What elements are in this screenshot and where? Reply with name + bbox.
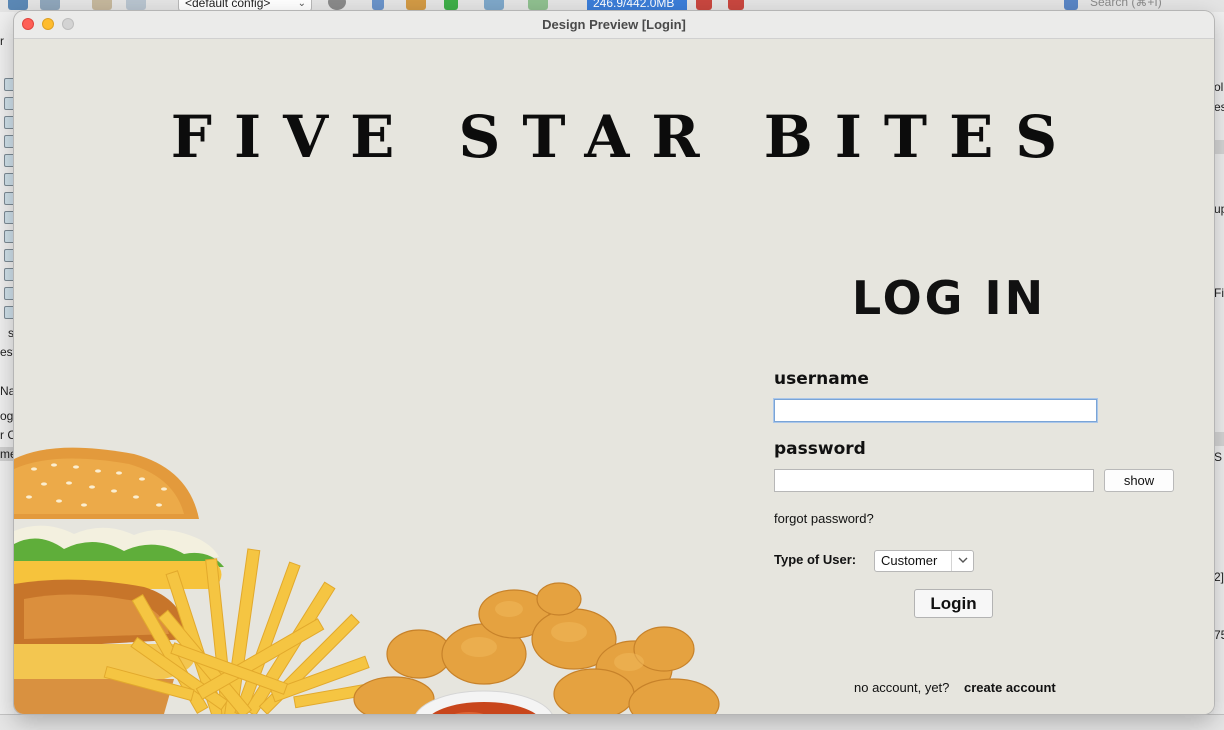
file-icon [4, 135, 14, 148]
run-icon[interactable] [444, 0, 458, 10]
forgot-password-link[interactable]: forgot password? [774, 511, 874, 526]
user-type-label: Type of User: [774, 552, 857, 567]
search-icon [1064, 0, 1078, 10]
config-select-value: <default config> [185, 0, 271, 10]
right-panel-fragment: es [1214, 100, 1224, 114]
left-panel-fragment: r [0, 34, 4, 48]
file-icon [4, 97, 14, 110]
file-icon [4, 268, 14, 281]
right-panel-band [1214, 432, 1224, 446]
file-icon [4, 306, 14, 319]
file-icon [4, 287, 14, 300]
file-icon [4, 192, 14, 205]
save-all-icon[interactable] [40, 0, 60, 10]
file-icon [4, 154, 14, 167]
build-icon[interactable] [328, 0, 346, 10]
burger-fries-nuggets-image [14, 447, 720, 714]
clean-build-icon[interactable] [372, 0, 384, 10]
left-panel-fragment: r C [0, 428, 14, 442]
right-panel-band [1214, 140, 1224, 154]
redo-icon[interactable] [126, 0, 146, 10]
left-panel-fragment: me [0, 447, 14, 461]
design-preview-window: Design Preview [Login] FIVE STAR BITES L… [14, 11, 1214, 714]
debug-icon[interactable] [484, 0, 504, 10]
user-type-value: Customer [881, 553, 938, 568]
right-panel-fragment: S [1214, 450, 1223, 464]
file-icon [4, 116, 14, 129]
file-icon [4, 249, 14, 262]
left-panel-fragment: ogi [0, 409, 14, 423]
file-icon [4, 173, 14, 186]
gc-icon[interactable] [696, 0, 712, 10]
chevron-down-icon [951, 551, 973, 571]
right-panel-fragment: up [1214, 202, 1224, 216]
right-panel-fragment: 2] [1214, 570, 1224, 584]
password-input[interactable] [774, 469, 1094, 492]
right-panel-fragment: 75 [1214, 628, 1224, 642]
file-icon [4, 230, 14, 243]
left-panel-fragment: est [0, 345, 14, 359]
show-password-button[interactable]: show [1104, 469, 1174, 492]
window-title: Design Preview [Login] [542, 17, 686, 32]
username-input[interactable] [774, 399, 1097, 422]
create-account-link[interactable]: create account [964, 680, 1056, 695]
brand-title: FIVE STAR BITES [170, 103, 1080, 171]
hammer-icon[interactable] [406, 0, 426, 10]
window-title-bar[interactable]: Design Preview [Login] [14, 11, 1214, 39]
password-label: password [774, 439, 866, 459]
open-project-icon[interactable] [8, 0, 28, 10]
chevron-down-icon: ⌄ [297, 0, 306, 9]
stop-icon[interactable] [728, 0, 744, 10]
ide-right-panel: oli es up Fie S 2] 75 [1214, 12, 1224, 730]
profile-icon[interactable] [528, 0, 548, 10]
ide-search-input[interactable]: Search (⌘+I) [1090, 0, 1162, 9]
login-heading: LOG IN [851, 271, 1047, 325]
ide-left-panel: r s est Nav ogi r C me [0, 12, 14, 730]
username-label: username [774, 369, 869, 389]
login-button[interactable]: Login [914, 589, 993, 618]
user-type-select[interactable]: Customer [874, 550, 974, 572]
right-panel-fragment: Fie [1214, 286, 1224, 300]
left-panel-fragment: Nav [0, 384, 14, 398]
right-panel-fragment: oli [1214, 80, 1224, 94]
ide-bottom-bar [0, 714, 1224, 730]
no-account-text: no account, yet? [854, 680, 950, 695]
file-icon [4, 211, 14, 224]
login-form-panel: FIVE STAR BITES LOG IN username password… [14, 39, 1214, 714]
undo-icon[interactable] [92, 0, 112, 10]
file-icon [4, 78, 14, 91]
